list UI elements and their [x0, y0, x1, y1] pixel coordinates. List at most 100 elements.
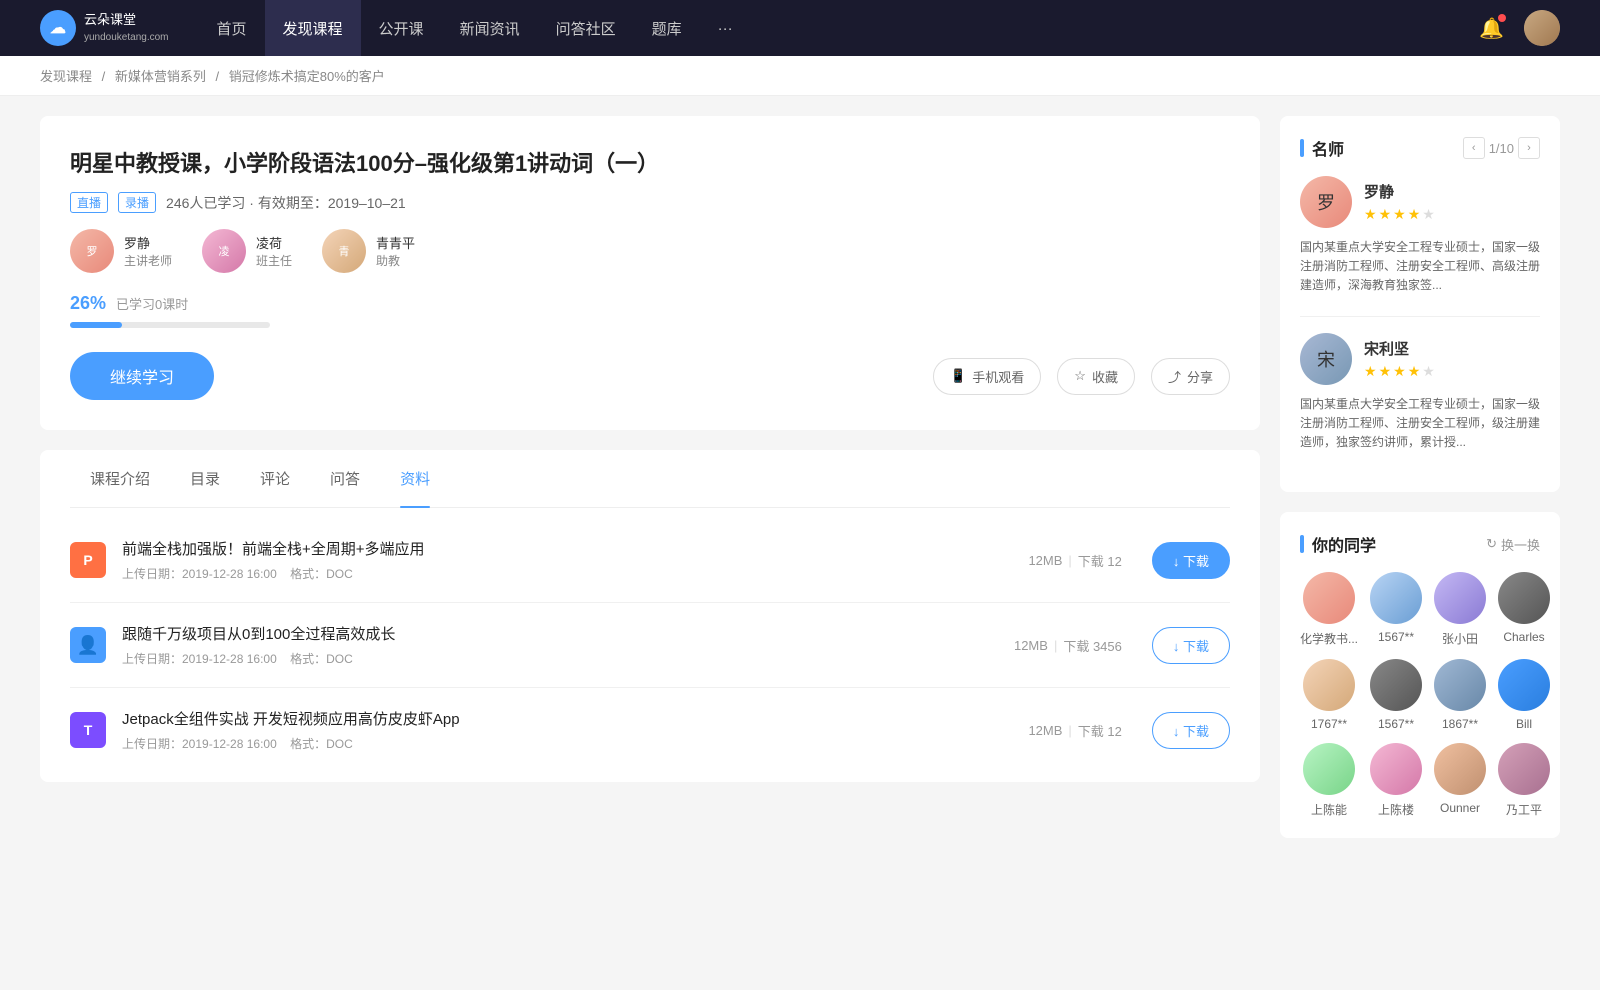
progress-section: 26% 已学习0课时	[70, 293, 1230, 328]
breadcrumb: 发现课程 / 新媒体营销系列 / 销冠修炼术搞定80%的客户	[0, 56, 1600, 96]
classmate-name: 1567**	[1378, 717, 1414, 731]
nav-item-quiz[interactable]: 题库	[634, 0, 700, 56]
user-avatar[interactable]	[1524, 10, 1560, 46]
progress-percent: 26%	[70, 293, 106, 314]
refresh-classmates-btn[interactable]: ↻ 换一换	[1486, 535, 1540, 554]
classmate-name: 化学教书...	[1300, 630, 1358, 647]
classmate-avatar	[1370, 572, 1422, 624]
resource-name-2: 跟随千万级项目从0到100全过程高效成长	[122, 623, 984, 644]
collect-button[interactable]: ☆ 收藏	[1057, 358, 1135, 395]
nav-item-home[interactable]: 首页	[199, 0, 265, 56]
resource-stats-1: 12MB | 下载 12	[1028, 551, 1121, 570]
classmate-item[interactable]: Ounner	[1434, 743, 1486, 818]
tab-intro[interactable]: 课程介绍	[70, 450, 170, 507]
prev-teacher-btn[interactable]: ‹	[1463, 137, 1485, 159]
breadcrumb-item-2[interactable]: 新媒体营销系列	[115, 69, 206, 84]
share-button[interactable]: ⤴ 分享	[1151, 358, 1230, 395]
main-content: 明星中教授课，小学阶段语法100分–强化级第1讲动词（一） 直播 录播 246人…	[40, 116, 1260, 858]
sidebar-teacher-2-info: 宋利坚 ★★★★★	[1364, 338, 1435, 380]
nav-right: 🔔	[1479, 10, 1560, 46]
teacher-2-name: 凌荷	[256, 233, 292, 252]
classmate-item[interactable]: 1567**	[1370, 659, 1422, 731]
nav-item-qa[interactable]: 问答社区	[538, 0, 634, 56]
notification-bell[interactable]: 🔔	[1479, 16, 1504, 41]
classmate-item[interactable]: 上陈能	[1300, 743, 1358, 818]
tab-resources[interactable]: 资料	[380, 450, 450, 507]
resource-name-1: 前端全栈加强版！前端全栈+全周期+多端应用	[122, 538, 998, 559]
phone-watch-button[interactable]: 📱 手机观看	[933, 358, 1041, 395]
resource-item: T Jetpack全组件实战 开发短视频应用高仿皮皮虾App 上传日期：2019…	[70, 688, 1230, 772]
sidebar-teacher-2-stars: ★★★★★	[1364, 363, 1435, 380]
resource-item: 👤 跟随千万级项目从0到100全过程高效成长 上传日期：2019-12-28 1…	[70, 603, 1230, 688]
phone-icon: 📱	[950, 368, 966, 384]
course-card: 明星中教授课，小学阶段语法100分–强化级第1讲动词（一） 直播 录播 246人…	[40, 116, 1260, 430]
classmates-card: 你的同学 ↻ 换一换 化学教书... 1567** 张小田 Charles	[1280, 512, 1560, 838]
classmate-item[interactable]: 1567**	[1370, 572, 1422, 647]
classmate-name: 乃工平	[1506, 801, 1542, 818]
page-number: 1/10	[1489, 141, 1514, 156]
nav-item-more[interactable]: ···	[700, 0, 751, 56]
sidebar-teacher-1-stars: ★★★★★	[1364, 206, 1435, 223]
teacher-3-role: 助教	[376, 252, 415, 269]
nav-item-news[interactable]: 新闻资讯	[442, 0, 538, 56]
continue-button[interactable]: 继续学习	[70, 352, 214, 400]
nav-item-discover[interactable]: 发现课程	[265, 0, 361, 56]
logo[interactable]: ☁ 云朵课堂yundouketang.com	[40, 10, 169, 46]
classmate-item[interactable]: Bill	[1498, 659, 1550, 731]
resource-info-3: Jetpack全组件实战 开发短视频应用高仿皮皮虾App 上传日期：2019-1…	[122, 708, 998, 752]
teacher-1-name: 罗静	[124, 233, 172, 252]
progress-label: 26% 已学习0课时	[70, 293, 1230, 314]
resource-meta-1: 上传日期：2019-12-28 16:00 格式：DOC	[122, 565, 998, 582]
share-icon: ⤴	[1168, 367, 1181, 386]
progress-fill	[70, 322, 122, 328]
download-button-1[interactable]: ↓ 下载	[1152, 542, 1230, 579]
classmate-item[interactable]: 化学教书...	[1300, 572, 1358, 647]
resource-name-3: Jetpack全组件实战 开发短视频应用高仿皮皮虾App	[122, 708, 998, 729]
teacher-3: 青 青青平 助教	[322, 229, 415, 273]
download-button-2[interactable]: ↓ 下载	[1152, 627, 1230, 664]
nav-item-open[interactable]: 公开课	[361, 0, 442, 56]
classmate-item[interactable]: Charles	[1498, 572, 1550, 647]
teacher-3-avatar: 青	[322, 229, 366, 273]
sidebar-teacher-2-avatar: 宋	[1300, 333, 1352, 385]
classmate-item[interactable]: 1867**	[1434, 659, 1486, 731]
teacher-pagination: ‹ 1/10 ›	[1463, 137, 1540, 159]
sidebar-teacher-2: 宋 宋利坚 ★★★★★ 国内某重点大学安全工程专业硕士，国家一级注册消防工程师、…	[1300, 333, 1540, 453]
sidebar: 名师 ‹ 1/10 › 罗 罗静 ★★★★★	[1280, 116, 1560, 858]
classmate-item[interactable]: 1767**	[1300, 659, 1358, 731]
download-button-3[interactable]: ↓ 下载	[1152, 712, 1230, 749]
nav-menu: 首页 发现课程 公开课 新闻资讯 问答社区 题库 ···	[199, 0, 1480, 56]
course-actions: 继续学习 📱 手机观看 ☆ 收藏 ⤴ 分享	[70, 352, 1230, 400]
classmate-item[interactable]: 张小田	[1434, 572, 1486, 647]
next-teacher-btn[interactable]: ›	[1518, 137, 1540, 159]
classmate-avatar	[1498, 572, 1550, 624]
logo-icon: ☁	[40, 10, 76, 46]
sidebar-teacher-1-info: 罗静 ★★★★★	[1364, 181, 1435, 223]
teacher-2-info: 凌荷 班主任	[256, 233, 292, 269]
resource-stats-2: 12MB | 下载 3456	[1014, 636, 1122, 655]
classmate-avatar	[1498, 659, 1550, 711]
resource-icon-3: T	[70, 712, 106, 748]
breadcrumb-item-3: 销冠修炼术搞定80%的客户	[229, 69, 385, 84]
course-tags: 直播 录播 246人已学习 · 有效期至：2019–10–21	[70, 192, 1230, 213]
tab-catalog[interactable]: 目录	[170, 450, 240, 507]
classmate-name: Charles	[1503, 630, 1544, 644]
course-meta: 246人已学习 · 有效期至：2019–10–21	[166, 193, 406, 213]
teacher-2: 凌 凌荷 班主任	[202, 229, 292, 273]
sidebar-teacher-1-avatar: 罗	[1300, 176, 1352, 228]
teacher-divider	[1300, 316, 1540, 317]
notification-dot	[1498, 14, 1506, 22]
tab-bar: 课程介绍 目录 评论 问答 资料	[70, 450, 1230, 508]
refresh-label: 换一换	[1501, 535, 1540, 554]
classmate-item[interactable]: 上陈楼	[1370, 743, 1422, 818]
resource-info-1: 前端全栈加强版！前端全栈+全周期+多端应用 上传日期：2019-12-28 16…	[122, 538, 998, 582]
classmate-item[interactable]: 乃工平	[1498, 743, 1550, 818]
tab-comments[interactable]: 评论	[240, 450, 310, 507]
breadcrumb-item-1[interactable]: 发现课程	[40, 69, 92, 84]
teachers-card: 名师 ‹ 1/10 › 罗 罗静 ★★★★★	[1280, 116, 1560, 492]
sidebar-teacher-2-header: 宋 宋利坚 ★★★★★	[1300, 333, 1540, 385]
sidebar-teacher-1: 罗 罗静 ★★★★★ 国内某重点大学安全工程专业硕士，国家一级注册消防工程师、注…	[1300, 176, 1540, 296]
classmate-name: 上陈能	[1311, 801, 1347, 818]
resource-icon-2: 👤	[70, 627, 106, 663]
tab-qa[interactable]: 问答	[310, 450, 380, 507]
